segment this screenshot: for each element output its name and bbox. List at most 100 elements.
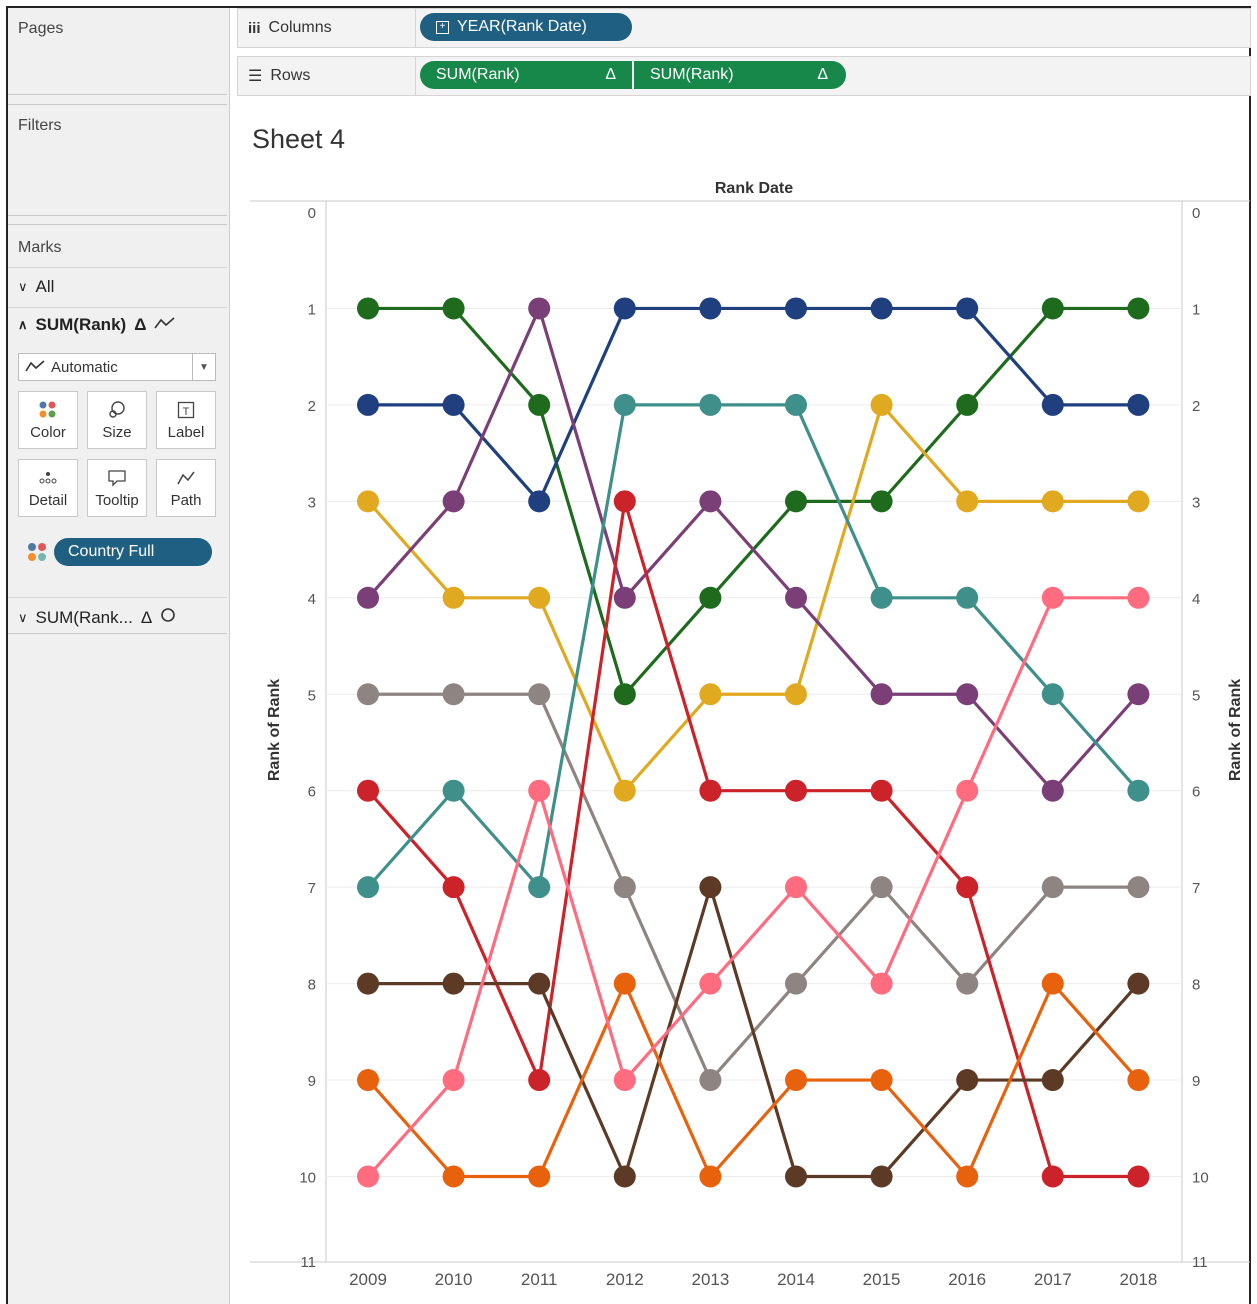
data-point[interactable] xyxy=(1127,1165,1150,1188)
data-point[interactable] xyxy=(699,972,722,995)
data-point[interactable] xyxy=(785,393,807,416)
data-point[interactable] xyxy=(870,779,893,802)
data-point[interactable] xyxy=(956,586,979,609)
data-point[interactable] xyxy=(1041,586,1064,609)
data-point[interactable] xyxy=(528,297,551,320)
data-point[interactable] xyxy=(1127,779,1150,802)
data-point[interactable] xyxy=(613,683,636,706)
data-point[interactable] xyxy=(699,1165,722,1188)
data-point[interactable] xyxy=(785,1165,807,1188)
data-point[interactable] xyxy=(1041,876,1064,899)
data-point[interactable] xyxy=(442,876,465,899)
data-point[interactable] xyxy=(1041,779,1064,802)
data-point[interactable] xyxy=(870,393,893,416)
data-point[interactable] xyxy=(785,683,807,706)
data-point[interactable] xyxy=(870,1165,893,1188)
data-point[interactable] xyxy=(442,1165,465,1188)
data-point[interactable] xyxy=(699,393,722,416)
data-point[interactable] xyxy=(956,490,979,513)
data-point[interactable] xyxy=(357,297,379,320)
data-point[interactable] xyxy=(528,1069,551,1092)
data-point[interactable] xyxy=(442,586,465,609)
data-point[interactable] xyxy=(956,393,979,416)
data-point[interactable] xyxy=(613,586,636,609)
data-point[interactable] xyxy=(442,393,465,416)
data-point[interactable] xyxy=(1127,297,1150,320)
data-point[interactable] xyxy=(528,779,551,802)
data-point[interactable] xyxy=(785,779,807,802)
data-point[interactable] xyxy=(870,490,893,513)
data-point[interactable] xyxy=(699,876,722,899)
data-point[interactable] xyxy=(528,393,551,416)
data-point[interactable] xyxy=(442,490,465,513)
data-point[interactable] xyxy=(699,490,722,513)
data-point[interactable] xyxy=(442,779,465,802)
data-point[interactable] xyxy=(613,972,636,995)
data-point[interactable] xyxy=(442,297,465,320)
data-point[interactable] xyxy=(442,972,465,995)
data-point[interactable] xyxy=(785,972,807,995)
data-point[interactable] xyxy=(442,1069,465,1092)
data-point[interactable] xyxy=(613,490,636,513)
data-point[interactable] xyxy=(699,586,722,609)
data-point[interactable] xyxy=(1041,972,1064,995)
data-point[interactable] xyxy=(1127,972,1150,995)
data-point[interactable] xyxy=(613,779,636,802)
data-point[interactable] xyxy=(528,490,551,513)
data-point[interactable] xyxy=(613,297,636,320)
data-point[interactable] xyxy=(870,683,893,706)
data-point[interactable] xyxy=(699,1069,722,1092)
data-point[interactable] xyxy=(613,393,636,416)
data-point[interactable] xyxy=(613,1069,636,1092)
data-point[interactable] xyxy=(870,972,893,995)
data-point[interactable] xyxy=(357,490,379,513)
data-point[interactable] xyxy=(1127,876,1150,899)
data-point[interactable] xyxy=(956,1069,979,1092)
data-point[interactable] xyxy=(1041,297,1064,320)
data-point[interactable] xyxy=(785,490,807,513)
data-point[interactable] xyxy=(528,683,551,706)
data-point[interactable] xyxy=(442,683,465,706)
data-point[interactable] xyxy=(528,876,551,899)
data-point[interactable] xyxy=(357,876,379,899)
data-point[interactable] xyxy=(699,297,722,320)
data-point[interactable] xyxy=(1127,586,1150,609)
data-point[interactable] xyxy=(956,1165,979,1188)
data-point[interactable] xyxy=(357,972,379,995)
data-point[interactable] xyxy=(1041,490,1064,513)
data-point[interactable] xyxy=(1041,393,1064,416)
data-point[interactable] xyxy=(1127,490,1150,513)
data-point[interactable] xyxy=(956,876,979,899)
data-point[interactable] xyxy=(1041,1069,1064,1092)
data-point[interactable] xyxy=(1127,683,1150,706)
data-point[interactable] xyxy=(785,1069,807,1092)
data-point[interactable] xyxy=(870,297,893,320)
data-point[interactable] xyxy=(357,683,379,706)
data-point[interactable] xyxy=(785,586,807,609)
data-point[interactable] xyxy=(613,1165,636,1188)
data-point[interactable] xyxy=(956,972,979,995)
data-point[interactable] xyxy=(1041,1165,1064,1188)
data-point[interactable] xyxy=(528,1165,551,1188)
data-point[interactable] xyxy=(699,779,722,802)
data-point[interactable] xyxy=(357,393,379,416)
data-point[interactable] xyxy=(956,779,979,802)
data-point[interactable] xyxy=(528,972,551,995)
data-point[interactable] xyxy=(870,876,893,899)
data-point[interactable] xyxy=(357,586,379,609)
data-point[interactable] xyxy=(870,1069,893,1092)
data-point[interactable] xyxy=(1041,683,1064,706)
data-point[interactable] xyxy=(528,586,551,609)
data-point[interactable] xyxy=(956,683,979,706)
data-point[interactable] xyxy=(1127,1069,1150,1092)
data-point[interactable] xyxy=(870,586,893,609)
data-point[interactable] xyxy=(785,876,807,899)
data-point[interactable] xyxy=(1127,393,1150,416)
data-point[interactable] xyxy=(699,683,722,706)
data-point[interactable] xyxy=(785,297,807,320)
data-point[interactable] xyxy=(357,779,379,802)
data-point[interactable] xyxy=(357,1069,379,1092)
data-point[interactable] xyxy=(613,876,636,899)
data-point[interactable] xyxy=(357,1165,379,1188)
data-point[interactable] xyxy=(956,297,979,320)
